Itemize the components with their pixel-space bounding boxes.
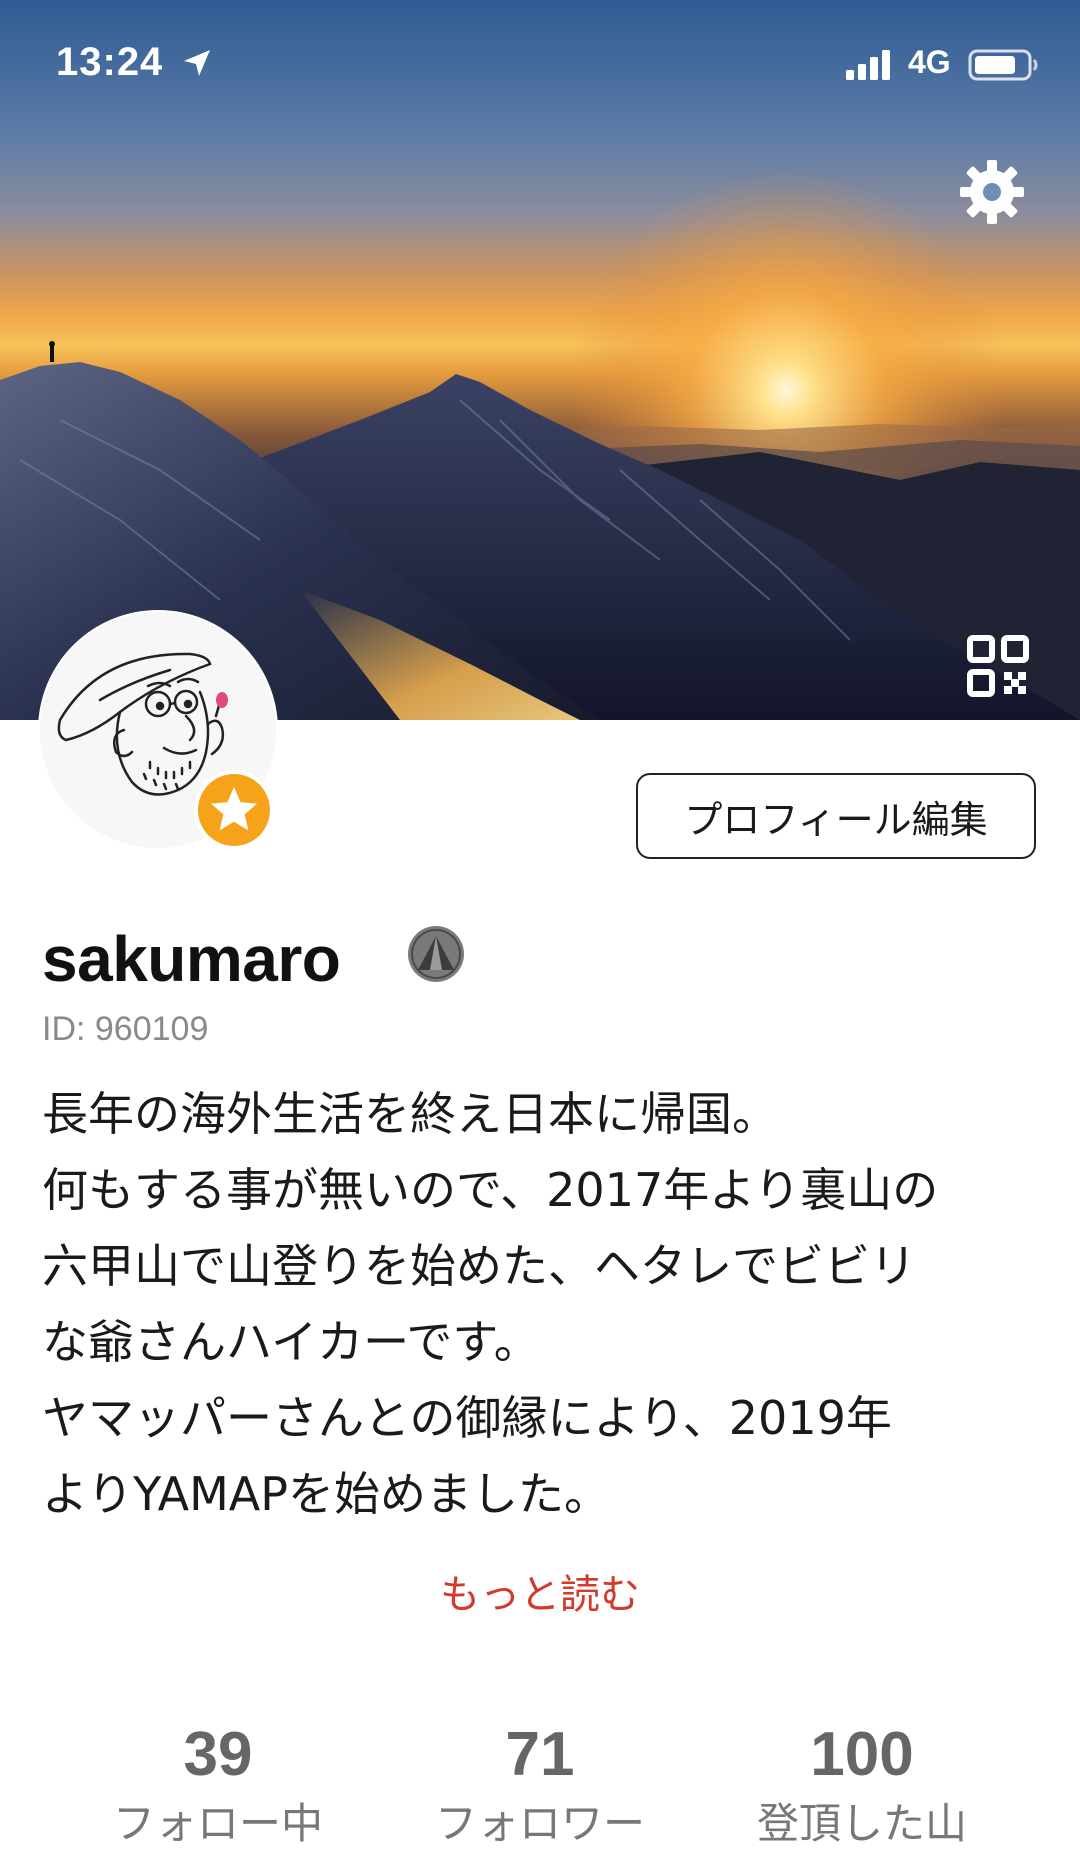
username: sakumaro: [42, 923, 341, 995]
edit-profile-button[interactable]: プロフィール編集: [636, 773, 1036, 859]
bio-line: 長年の海外生活を終え日本に帰国。: [42, 1087, 778, 1141]
stat-value: 100: [810, 1720, 914, 1789]
profile-stats: 39 フォロー中 71 フォロワー 100 登頂した山: [0, 1720, 1080, 1862]
signal-bars-icon: [846, 50, 890, 80]
battery-icon: [968, 49, 1038, 81]
read-more-link[interactable]: もっと読む: [0, 1562, 1080, 1620]
stat-value: 71: [505, 1720, 575, 1789]
stat-value: 39: [183, 1720, 253, 1789]
stat-followers[interactable]: 71 フォロワー: [370, 1720, 710, 1854]
user-id: ID: 960109: [42, 1010, 209, 1048]
location-arrow-icon: [184, 50, 210, 76]
qr-code-icon[interactable]: [966, 634, 1030, 698]
bio-line: ヤマッパーさんとの御縁により、2019年: [42, 1391, 892, 1445]
stat-label: フォロワー: [434, 1799, 645, 1848]
bio-line: な爺さんハイカーです。: [42, 1315, 540, 1369]
stat-label: フォロー中: [112, 1799, 323, 1848]
gear-icon[interactable]: [956, 156, 1028, 228]
stat-label: 登頂した山: [756, 1799, 967, 1848]
status-bar: 13:24 4G: [0, 0, 1080, 130]
stat-summited-mountains[interactable]: 100 登頂した山: [692, 1720, 1032, 1854]
premium-badge: [194, 770, 274, 850]
network-type: 4G: [908, 44, 951, 80]
mountain-rank-icon[interactable]: [406, 924, 466, 984]
profile-bio: 長年の海外生活を終え日本に帰国。 何もする事が無いので、2017年より裏山の 六…: [42, 1076, 1052, 1532]
bio-line: 何もする事が無いので、2017年より裏山の: [42, 1163, 939, 1217]
stat-following[interactable]: 39 フォロー中: [48, 1720, 388, 1854]
status-time: 13:24: [56, 40, 164, 84]
star-badge-icon: [198, 774, 270, 846]
bio-line: よりYAMAPを始めました。: [42, 1467, 610, 1521]
bio-line: 六甲山で山登りを始めた、ヘタレでビビリ: [42, 1239, 916, 1293]
